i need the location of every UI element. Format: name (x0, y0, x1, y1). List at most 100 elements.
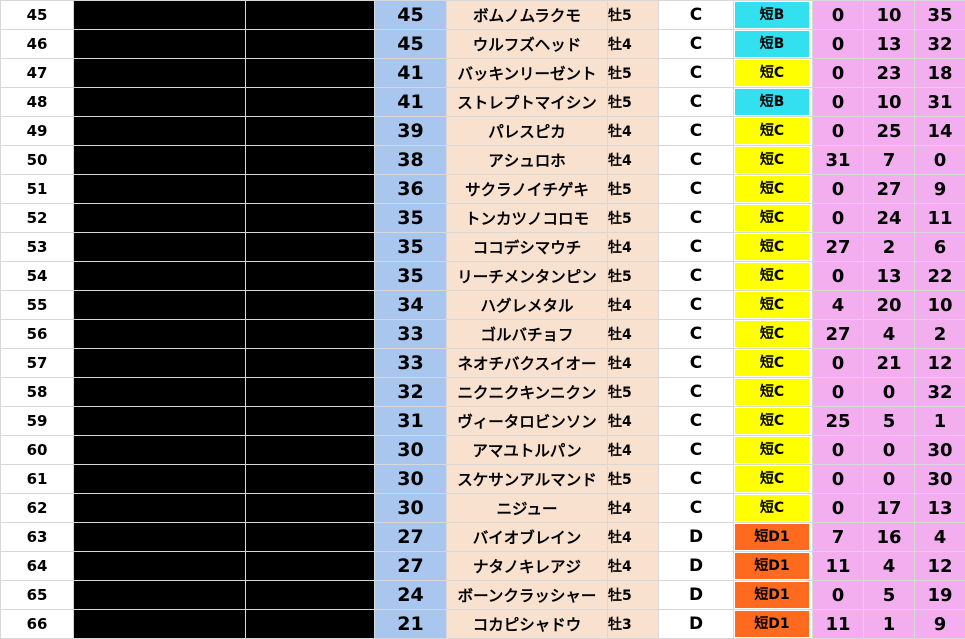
rank-cell[interactable]: 46 (1, 30, 74, 59)
count-1-cell[interactable]: 0 (813, 88, 864, 117)
count-1-cell[interactable]: 25 (813, 407, 864, 436)
count-3-cell[interactable]: 12 (915, 349, 965, 378)
owner-name-cell[interactable]: べろぼん (74, 349, 246, 378)
owner-name-cell[interactable]: くまだんな (74, 320, 246, 349)
points-cell[interactable]: 35 (375, 233, 447, 262)
count-2-cell[interactable]: 20 (864, 291, 915, 320)
count-1-cell[interactable]: 0 (813, 59, 864, 88)
count-3-cell[interactable]: 9 (915, 175, 965, 204)
points-cell[interactable]: 31 (375, 407, 447, 436)
count-2-cell[interactable]: 10 (864, 88, 915, 117)
owner-name-cell[interactable]: ちゃんた (74, 494, 246, 523)
count-1-cell[interactable]: 0 (813, 117, 864, 146)
count-1-cell[interactable]: 31 (813, 146, 864, 175)
sex-age-cell[interactable]: 牡5 (608, 59, 659, 88)
sex-age-cell[interactable]: 牡4 (608, 117, 659, 146)
points-cell[interactable]: 45 (375, 30, 447, 59)
points-cell[interactable]: 32 (375, 378, 447, 407)
grade-cell[interactable]: C (659, 349, 734, 378)
owner-name-cell[interactable]: ヴァルゴ (74, 59, 246, 88)
class-cell[interactable]: 短C (734, 175, 813, 204)
count-1-cell[interactable]: 0 (813, 494, 864, 523)
farm-name-cell[interactable]: イッテンファーム (246, 146, 375, 175)
rank-cell[interactable]: 50 (1, 146, 74, 175)
count-1-cell[interactable]: 0 (813, 262, 864, 291)
farm-name-cell[interactable]: すけさん牧場 (246, 465, 375, 494)
class-cell[interactable]: 短D1 (734, 523, 813, 552)
count-2-cell[interactable]: 0 (864, 378, 915, 407)
count-1-cell[interactable]: 7 (813, 523, 864, 552)
count-1-cell[interactable]: 0 (813, 204, 864, 233)
owner-name-cell[interactable]: サンサン (74, 117, 246, 146)
grade-cell[interactable]: C (659, 436, 734, 465)
count-3-cell[interactable]: 22 (915, 262, 965, 291)
points-cell[interactable]: 30 (375, 465, 447, 494)
points-cell[interactable]: 35 (375, 262, 447, 291)
rank-cell[interactable]: 54 (1, 262, 74, 291)
grade-cell[interactable]: C (659, 30, 734, 59)
count-2-cell[interactable]: 13 (864, 30, 915, 59)
count-2-cell[interactable]: 16 (864, 523, 915, 552)
rank-cell[interactable]: 55 (1, 291, 74, 320)
count-2-cell[interactable]: 7 (864, 146, 915, 175)
count-2-cell[interactable]: 10 (864, 1, 915, 30)
sex-age-cell[interactable]: 牡5 (608, 378, 659, 407)
horse-name-cell[interactable]: ニクニクキンニクン (447, 378, 608, 407)
rank-cell[interactable]: 52 (1, 204, 74, 233)
farm-name-cell[interactable]: コカピ牧場 (246, 610, 375, 639)
count-1-cell[interactable]: 11 (813, 610, 864, 639)
farm-name-cell[interactable]: ヒロファーム (246, 291, 375, 320)
sex-age-cell[interactable]: 牡5 (608, 262, 659, 291)
sex-age-cell[interactable]: 牡4 (608, 349, 659, 378)
class-cell[interactable]: 短C (734, 378, 813, 407)
count-3-cell[interactable]: 11 (915, 204, 965, 233)
class-cell[interactable]: 短D1 (734, 610, 813, 639)
rank-cell[interactable]: 59 (1, 407, 74, 436)
count-3-cell[interactable]: 32 (915, 30, 965, 59)
rank-cell[interactable]: 51 (1, 175, 74, 204)
sex-age-cell[interactable]: 牡4 (608, 407, 659, 436)
rank-cell[interactable]: 63 (1, 523, 74, 552)
count-1-cell[interactable]: 0 (813, 30, 864, 59)
count-3-cell[interactable]: 6 (915, 233, 965, 262)
owner-name-cell[interactable]: すけさん (74, 465, 246, 494)
grade-cell[interactable]: C (659, 1, 734, 30)
class-cell[interactable]: 短C (734, 262, 813, 291)
grade-cell[interactable]: C (659, 175, 734, 204)
grade-cell[interactable]: C (659, 233, 734, 262)
owner-name-cell[interactable]: ニクウシ (74, 378, 246, 407)
grade-cell[interactable]: D (659, 523, 734, 552)
count-1-cell[interactable]: 27 (813, 233, 864, 262)
horse-name-cell[interactable]: ネオチバクスイオー (447, 349, 608, 378)
owner-name-cell[interactable]: bomi (74, 262, 246, 291)
points-cell[interactable]: 39 (375, 117, 447, 146)
count-2-cell[interactable]: 23 (864, 59, 915, 88)
count-1-cell[interactable]: 0 (813, 581, 864, 610)
horse-name-cell[interactable]: アシュロホ (447, 146, 608, 175)
count-3-cell[interactable]: 30 (915, 436, 965, 465)
count-3-cell[interactable]: 14 (915, 117, 965, 146)
farm-name-cell[interactable]: くま牧場 (246, 320, 375, 349)
owner-name-cell[interactable]: ボムすけ (74, 1, 246, 30)
horse-name-cell[interactable]: ボーンクラッシャー (447, 581, 608, 610)
grade-cell[interactable]: C (659, 262, 734, 291)
farm-name-cell[interactable]: 優吾ファーム (246, 552, 375, 581)
count-3-cell[interactable]: 32 (915, 378, 965, 407)
horse-name-cell[interactable]: パレスピカ (447, 117, 608, 146)
count-2-cell[interactable]: 27 (864, 175, 915, 204)
rank-cell[interactable]: 45 (1, 1, 74, 30)
class-cell[interactable]: 短B (734, 1, 813, 30)
horse-name-cell[interactable]: ナタノキレアジ (447, 552, 608, 581)
rank-cell[interactable]: 47 (1, 59, 74, 88)
points-cell[interactable]: 34 (375, 291, 447, 320)
owner-name-cell[interactable]: タナカシンイチ (74, 233, 246, 262)
owner-name-cell[interactable]: コカピ (74, 610, 246, 639)
points-cell[interactable]: 41 (375, 88, 447, 117)
class-cell[interactable]: 短B (734, 30, 813, 59)
class-cell[interactable]: 短C (734, 494, 813, 523)
rank-cell[interactable]: 53 (1, 233, 74, 262)
grade-cell[interactable]: D (659, 581, 734, 610)
sex-age-cell[interactable]: 牡5 (608, 175, 659, 204)
sex-age-cell[interactable]: 牡4 (608, 233, 659, 262)
points-cell[interactable]: 33 (375, 349, 447, 378)
